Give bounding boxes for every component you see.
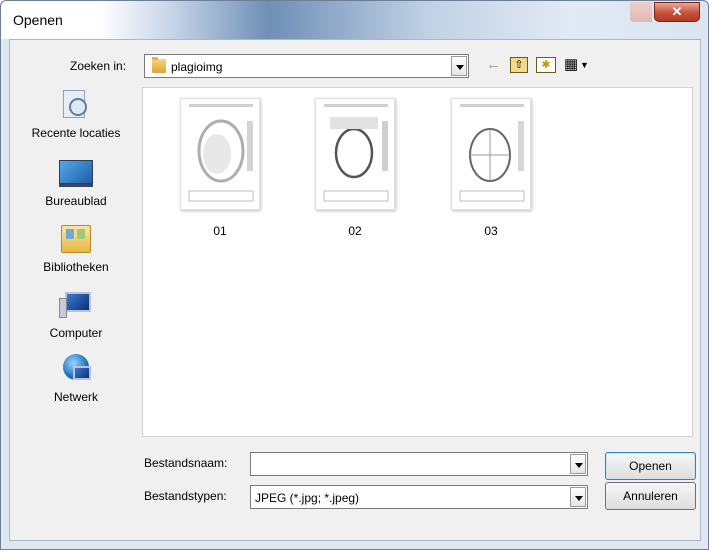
lookin-combo[interactable]: plagioimg bbox=[144, 54, 469, 78]
lookin-value: plagioimg bbox=[171, 60, 223, 74]
chevron-down-icon[interactable] bbox=[570, 487, 586, 507]
open-button[interactable]: Openen bbox=[605, 452, 696, 480]
desktop-icon bbox=[57, 156, 95, 190]
lookin-label: Zoeken in: bbox=[70, 59, 127, 73]
libraries-icon bbox=[57, 222, 95, 256]
cancel-button[interactable]: Annuleren bbox=[605, 482, 696, 510]
place-label: Netwerk bbox=[53, 390, 98, 404]
dialog-title: Openen bbox=[13, 12, 63, 28]
place-label: Computer bbox=[49, 326, 103, 340]
places-bar: Recente locaties Bureaublad Bibliotheken bbox=[12, 88, 140, 436]
filetype-label: Bestandstypen: bbox=[144, 489, 227, 503]
place-label: Bibliotheken bbox=[43, 260, 109, 274]
title-bar-glow bbox=[630, 2, 652, 22]
recent-locations-icon bbox=[57, 88, 95, 122]
place-network[interactable]: Netwerk bbox=[12, 352, 140, 404]
file-name: 01 bbox=[213, 224, 227, 238]
view-menu-icon[interactable]: ▦ bbox=[564, 55, 578, 75]
view-menu-arrow-icon[interactable]: ▼ bbox=[580, 55, 589, 75]
close-icon: ✕ bbox=[671, 4, 683, 19]
file-name: 02 bbox=[348, 224, 362, 238]
computer-icon bbox=[57, 288, 95, 322]
filetype-select[interactable]: JPEG (*.jpg; *.jpeg) bbox=[250, 485, 588, 509]
folder-icon bbox=[152, 57, 166, 73]
dialog-body: Zoeken in: plagioimg ← ⇧ ✱ ▦ ▼ Recente l… bbox=[9, 39, 701, 541]
file-thumbnail bbox=[451, 98, 531, 210]
close-button[interactable]: ✕ bbox=[654, 2, 700, 22]
place-libraries[interactable]: Bibliotheken bbox=[12, 222, 140, 274]
new-folder-icon[interactable]: ✱ bbox=[536, 57, 556, 73]
up-folder-icon[interactable]: ⇧ bbox=[510, 57, 528, 73]
file-name: 03 bbox=[484, 224, 498, 238]
place-desktop[interactable]: Bureaublad bbox=[12, 156, 140, 208]
file-item[interactable]: 03 bbox=[451, 98, 531, 238]
back-icon[interactable]: ← bbox=[486, 55, 501, 75]
filename-field[interactable] bbox=[250, 452, 588, 476]
place-label: Recente locaties bbox=[31, 126, 121, 140]
place-label: Bureaublad bbox=[45, 194, 107, 208]
filetype-value: JPEG (*.jpg; *.jpeg) bbox=[255, 491, 360, 505]
file-item[interactable]: 02 bbox=[315, 98, 395, 238]
title-bar[interactable]: Openen ✕ bbox=[1, 1, 708, 39]
network-icon bbox=[57, 352, 95, 386]
filename-input[interactable] bbox=[253, 455, 567, 473]
place-recent-locations[interactable]: Recente locaties bbox=[12, 88, 140, 140]
chevron-down-icon[interactable] bbox=[451, 56, 467, 76]
open-dialog: Openen ✕ Zoeken in: plagioimg ← ⇧ ✱ ▦ ▼ bbox=[0, 0, 709, 550]
chevron-down-icon[interactable] bbox=[570, 454, 586, 474]
file-thumbnail bbox=[180, 98, 260, 210]
place-computer[interactable]: Computer bbox=[12, 288, 140, 340]
filename-label: Bestandsnaam: bbox=[144, 456, 228, 470]
file-thumbnail bbox=[315, 98, 395, 210]
file-item[interactable]: 01 bbox=[180, 98, 260, 238]
file-list[interactable]: 01 02 03 bbox=[142, 87, 693, 437]
